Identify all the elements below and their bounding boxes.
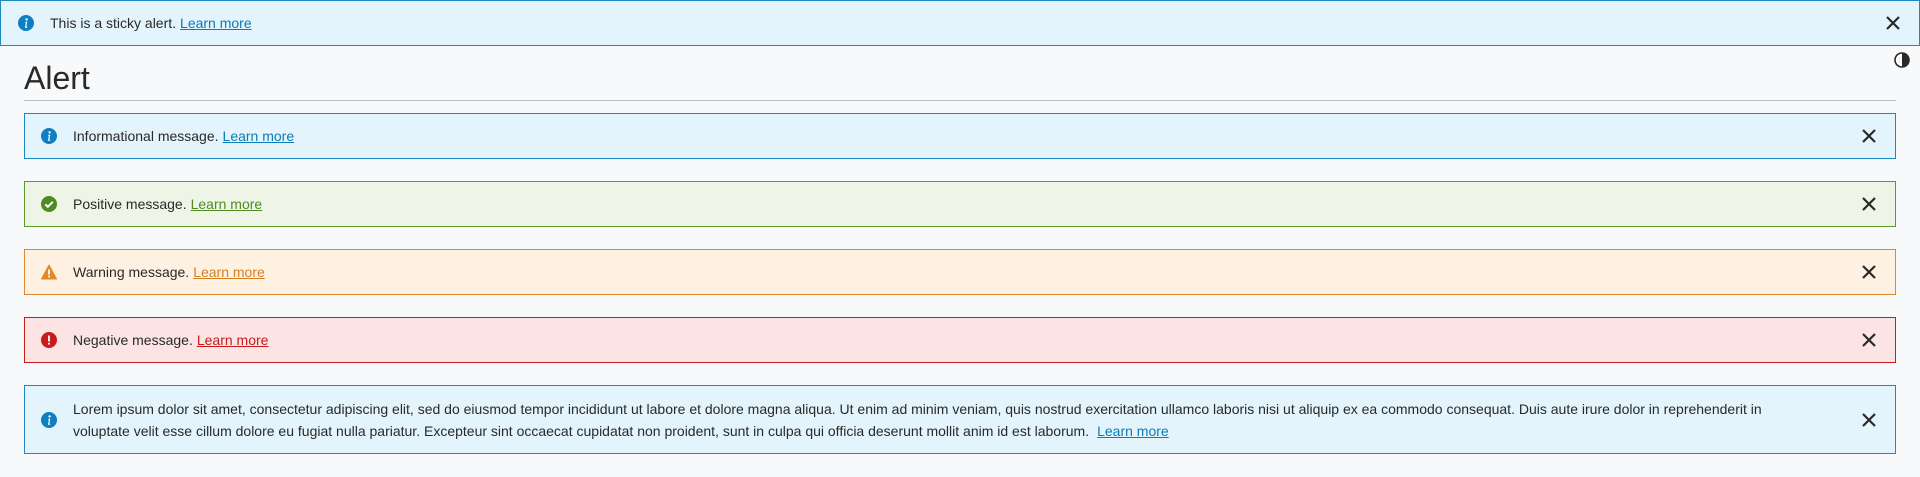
- alert-message: Lorem ipsum dolor sit amet, consectetur …: [73, 400, 1762, 439]
- error-circle-icon: [41, 332, 57, 348]
- page-header: Alert: [24, 58, 1896, 101]
- learn-more-link[interactable]: Learn more: [193, 264, 265, 280]
- check-circle-icon: [41, 196, 57, 212]
- sticky-alert-message: This is a sticky alert. Learn more: [50, 15, 252, 31]
- alert-close-button[interactable]: [1859, 194, 1879, 214]
- close-icon: [1862, 412, 1876, 427]
- close-icon: [1886, 16, 1900, 30]
- alert-close-button[interactable]: [1859, 330, 1879, 350]
- info-icon: [41, 128, 57, 144]
- info-icon: [41, 411, 57, 428]
- learn-more-link[interactable]: Learn more: [1097, 423, 1169, 439]
- close-icon: [1862, 265, 1876, 279]
- sticky-alert-close-button[interactable]: [1883, 13, 1903, 33]
- alert-warning: Warning message. Learn more: [24, 249, 1896, 295]
- learn-more-link[interactable]: Learn more: [223, 128, 295, 144]
- learn-more-link[interactable]: Learn more: [197, 332, 269, 348]
- alert-close-button[interactable]: [1859, 410, 1879, 430]
- alert-long-informational: Lorem ipsum dolor sit amet, consectetur …: [24, 385, 1896, 454]
- alert-close-button[interactable]: [1859, 262, 1879, 282]
- close-icon: [1862, 197, 1876, 211]
- alert-message: Positive message. Learn more: [73, 196, 263, 212]
- alert-negative: Negative message. Learn more: [24, 317, 1896, 363]
- contrast-toggle-icon[interactable]: [1894, 52, 1910, 68]
- page-title: Alert: [24, 58, 1896, 101]
- alert-positive: Positive message. Learn more: [24, 181, 1896, 227]
- alert-message: Informational message. Learn more: [73, 128, 295, 144]
- sticky-alert-learn-more-link[interactable]: Learn more: [180, 15, 252, 31]
- alert-close-button[interactable]: [1859, 126, 1879, 146]
- alert-message: Warning message. Learn more: [73, 264, 265, 280]
- alert-informational: Informational message. Learn more: [24, 113, 1896, 159]
- learn-more-link[interactable]: Learn more: [191, 196, 263, 212]
- info-icon: [18, 15, 34, 31]
- sticky-alert: This is a sticky alert. Learn more: [0, 0, 1920, 46]
- close-icon: [1862, 129, 1876, 143]
- warning-triangle-icon: [41, 264, 57, 280]
- alert-message: Negative message. Learn more: [73, 332, 269, 348]
- close-icon: [1862, 333, 1876, 347]
